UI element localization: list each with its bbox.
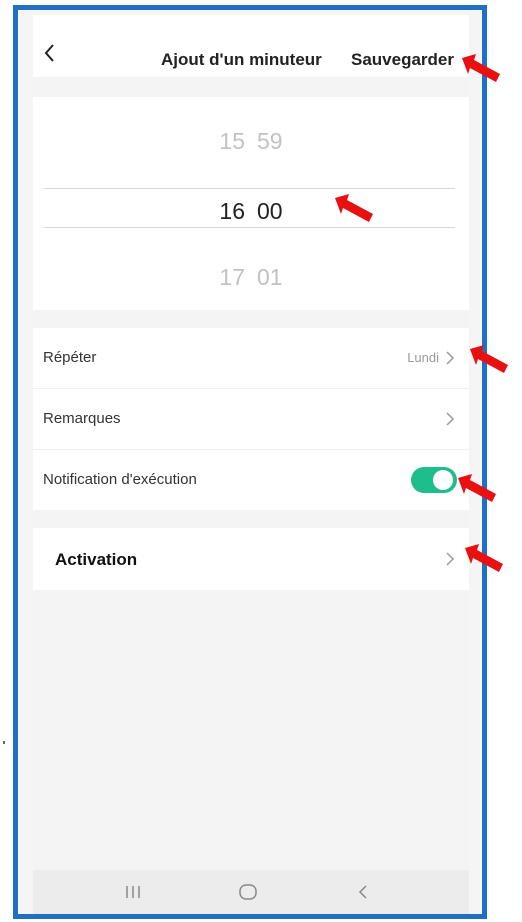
time-selected-row[interactable]: 16 00 xyxy=(33,198,469,225)
settings-gap xyxy=(33,310,469,328)
hour-previous: 15 xyxy=(219,128,245,154)
system-nav-bar xyxy=(33,870,469,914)
minute-next: 01 xyxy=(257,264,283,290)
side-mark xyxy=(3,741,5,744)
save-button[interactable]: Sauvegarder xyxy=(351,50,454,70)
chevron-right-icon xyxy=(446,412,455,426)
app-screen: Ajout d'un minuteur Sauvegarder 15 59 16 0… xyxy=(33,15,469,914)
red-arrow-icon xyxy=(470,345,508,373)
hour-selected: 16 xyxy=(219,198,245,224)
repeat-value: Lundi xyxy=(407,350,439,365)
activation-label: Activation xyxy=(55,550,138,569)
activation-row[interactable]: Activation xyxy=(33,528,469,590)
hour-next: 17 xyxy=(219,264,245,290)
chevron-right-icon xyxy=(446,552,455,566)
notification-toggle[interactable] xyxy=(411,467,457,493)
header: Ajout d'un minuteur Sauvegarder xyxy=(33,15,469,77)
repeat-label: Répéter xyxy=(43,349,97,366)
minute-previous: 59 xyxy=(257,128,283,154)
recents-icon[interactable] xyxy=(123,882,143,902)
red-arrow-icon xyxy=(458,474,496,502)
back-icon[interactable] xyxy=(41,41,59,65)
red-arrow-icon xyxy=(465,544,503,572)
red-arrow-icon xyxy=(335,194,373,222)
notification-row: Notification d'exécution xyxy=(33,450,469,510)
minute-selected: 00 xyxy=(257,198,283,224)
time-picker[interactable]: 15 59 16 00 17 01 xyxy=(33,97,469,310)
red-arrow-icon xyxy=(462,54,500,82)
remarks-label: Remarques xyxy=(43,410,121,427)
back-icon[interactable] xyxy=(353,882,373,902)
picker-divider-bottom xyxy=(43,227,455,228)
notification-label: Notification d'exécution xyxy=(43,471,197,488)
picker-divider-top xyxy=(43,188,455,189)
home-icon[interactable] xyxy=(238,882,258,902)
activation-gap xyxy=(33,510,469,528)
remarks-row[interactable]: Remarques xyxy=(33,389,469,449)
screenshot-frame: Ajout d'un minuteur Sauvegarder 15 59 16 0… xyxy=(13,5,487,919)
time-next-row[interactable]: 17 01 xyxy=(33,264,469,291)
settings-list: Répéter Lundi Remarques Notification d'e… xyxy=(33,328,469,510)
repeat-row[interactable]: Répéter Lundi xyxy=(33,328,469,388)
chevron-right-icon xyxy=(446,351,455,365)
time-previous-row[interactable]: 15 59 xyxy=(33,128,469,155)
page-title: Ajout d'un minuteur xyxy=(161,50,322,69)
toggle-knob xyxy=(433,470,453,490)
header-gap xyxy=(33,77,469,97)
